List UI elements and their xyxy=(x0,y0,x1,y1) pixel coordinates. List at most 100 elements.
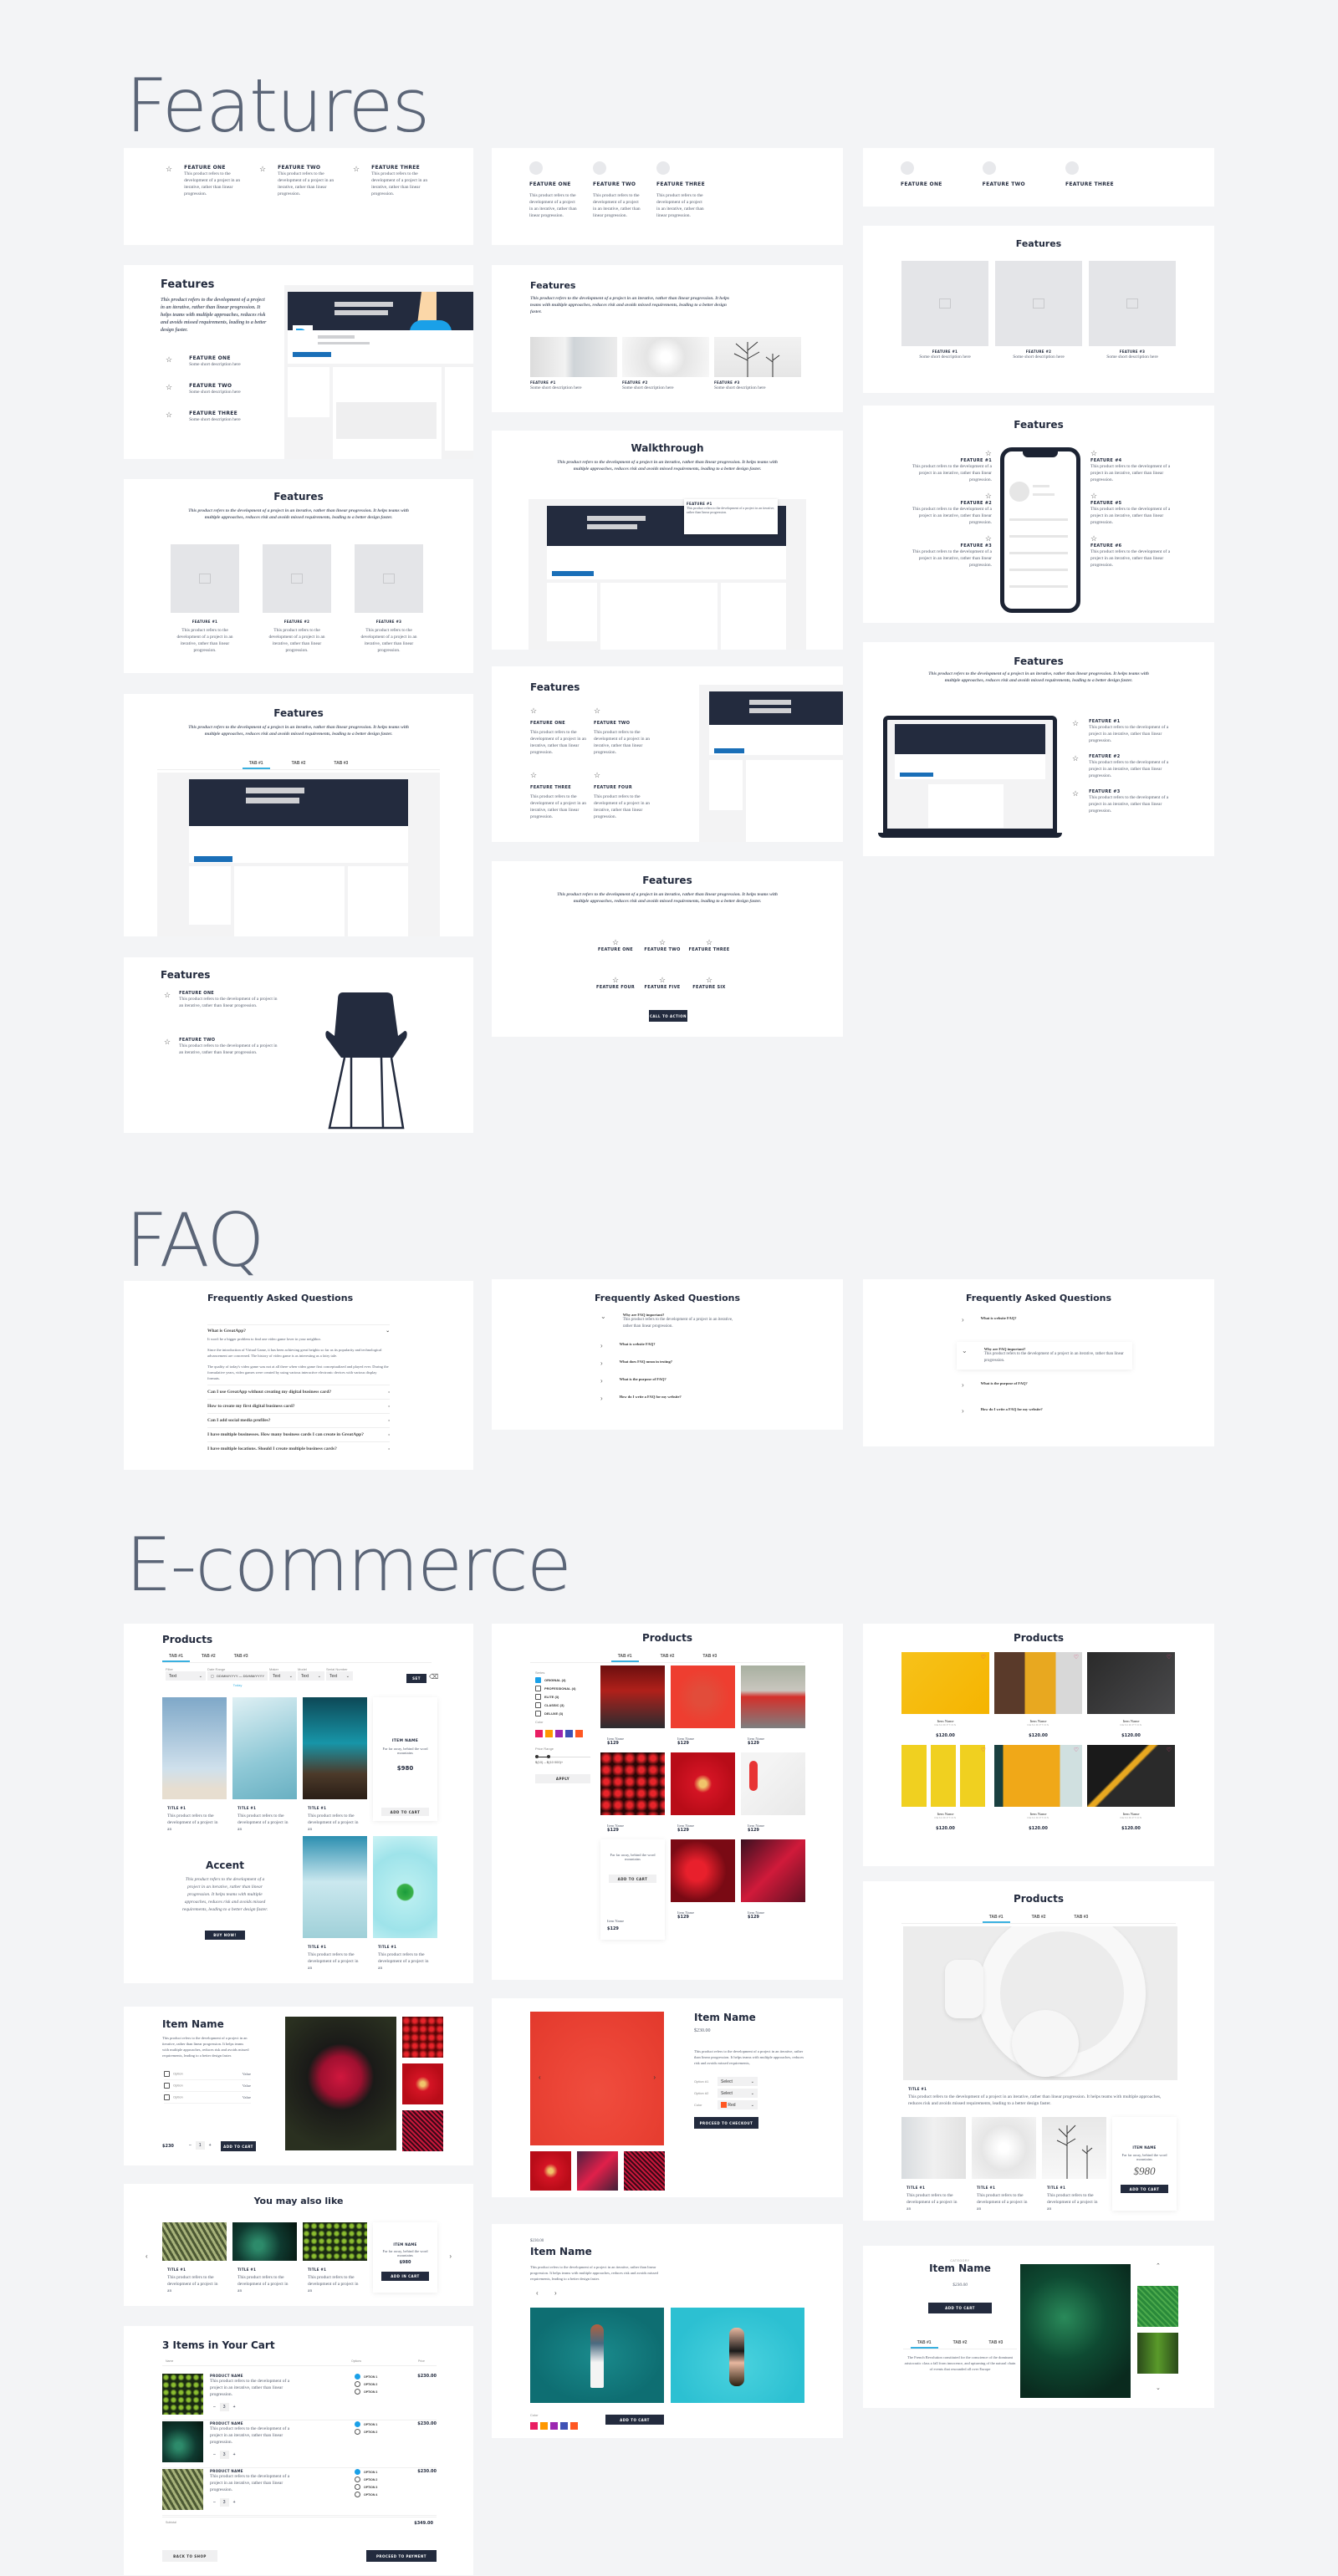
thumbnail-image[interactable] xyxy=(402,2063,443,2104)
model-select[interactable]: Text ⌄ xyxy=(298,1671,324,1681)
carousel-prev-icon[interactable]: ‹ xyxy=(146,2252,148,2260)
product-card[interactable]: TITLE #1 This product refers to the devel… xyxy=(303,2222,367,2294)
filter-select[interactable]: Text ⌄ xyxy=(166,1671,206,1681)
product-card[interactable]: Item Name $129 xyxy=(741,1839,805,1940)
option-radio[interactable]: OPTION 2 xyxy=(355,2429,410,2435)
minus-icon[interactable]: – xyxy=(213,2500,216,2505)
faq-item-open[interactable]: What is GreatApp? ⌄ xyxy=(207,1324,390,1336)
product-card[interactable]: Item Name $129 xyxy=(671,1665,735,1746)
add-to-cart-button[interactable]: ADD TO CART xyxy=(928,2303,992,2313)
tab-3[interactable]: TAB #3 xyxy=(696,1652,723,1662)
serial-select[interactable]: Text ⌄ xyxy=(326,1671,353,1681)
tab-1[interactable]: TAB #1 xyxy=(162,1652,190,1662)
radio-button[interactable] xyxy=(355,2421,360,2427)
quantity-stepper[interactable]: –3 + xyxy=(213,2451,351,2459)
minus-icon[interactable]: – xyxy=(213,2452,216,2457)
product-card[interactable]: TITLE #1 This product refers to the devel… xyxy=(901,2117,966,2212)
radio-button[interactable] xyxy=(355,2429,360,2435)
product-card[interactable]: ♡ Item Name DESCRIPTION $120.00 xyxy=(994,1652,1082,1738)
checkbox[interactable] xyxy=(535,1694,541,1700)
proceed-to-checkout-button[interactable]: PROCEED TO CHECKOUT xyxy=(694,2117,758,2129)
heart-icon[interactable]: ♡ xyxy=(1074,1654,1079,1660)
tab-1[interactable]: TAB #1 xyxy=(242,759,270,769)
slider-handle[interactable] xyxy=(547,1755,550,1758)
tab-1[interactable]: TAB #1 xyxy=(982,1913,1010,1923)
tab-3[interactable]: TAB #3 xyxy=(982,2339,1009,2349)
chevron-left-icon[interactable]: ‹ xyxy=(536,2289,539,2297)
color-swatch[interactable] xyxy=(545,1730,553,1737)
product-card[interactable]: Item Name $129 xyxy=(600,1752,665,1833)
series-option[interactable]: ELITE (3) xyxy=(535,1694,590,1700)
option-radio[interactable]: OPTION 2 xyxy=(355,2381,410,2387)
buy-now-button[interactable]: BUY NOW! xyxy=(205,1931,245,1940)
product-card[interactable]: TITLE #1 This product refers to the devel… xyxy=(303,1697,367,1833)
product-card[interactable]: Item Name $129 xyxy=(600,1665,665,1746)
thumbnail-image[interactable] xyxy=(1137,2333,1178,2374)
thumbnail-image[interactable] xyxy=(402,2110,443,2151)
quantity-stepper[interactable]: –3 + xyxy=(213,2403,351,2411)
slider-handle[interactable] xyxy=(535,1755,539,1758)
checkbox[interactable] xyxy=(535,1677,541,1683)
heart-icon[interactable]: ♡ xyxy=(1167,1747,1172,1753)
plus-icon[interactable]: + xyxy=(233,2500,236,2505)
product-card[interactable]: TITLE #1 This product refers to the devel… xyxy=(1042,2117,1106,2212)
radio-button[interactable] xyxy=(355,2484,360,2490)
checkbox[interactable] xyxy=(535,1702,541,1708)
faq-item[interactable]: How to create my first digital business … xyxy=(207,1399,390,1413)
quantity-stepper[interactable]: –1 + xyxy=(189,2141,211,2150)
color-swatch[interactable] xyxy=(530,2422,538,2430)
apply-button[interactable]: APPLY xyxy=(535,1774,590,1783)
serial-field[interactable]: Serial Number Text ⌄ xyxy=(326,1667,353,1687)
product-card[interactable]: Item Name $129 xyxy=(741,1752,805,1833)
product-card[interactable]: TITLE #1 This product refers to the devel… xyxy=(303,1836,367,1972)
carousel-next-icon[interactable]: › xyxy=(449,2252,452,2260)
date-range-input[interactable]: ▢ DD/MM/YYYY — DD/MM/YYYY xyxy=(207,1671,268,1681)
product-card[interactable]: ♡ Item Name DESCRIPTION $120.00 xyxy=(1087,1652,1175,1738)
faq-item-open[interactable]: ⌄ Why are FAQ important? This product refe… xyxy=(957,1342,1132,1370)
minus-icon[interactable]: – xyxy=(213,2405,216,2410)
plus-icon[interactable]: + xyxy=(233,2405,236,2410)
maker-field[interactable]: Maker Text ⌄ xyxy=(269,1667,296,1687)
product-card[interactable]: ♡ Item Name DESCRIPTION $120.00 xyxy=(994,1745,1082,1831)
tab-3[interactable]: TAB #3 xyxy=(227,1652,255,1662)
tab-2[interactable]: TAB #2 xyxy=(654,1652,682,1662)
series-option[interactable]: PROFESSIONAL (4) xyxy=(535,1686,590,1691)
color-swatch[interactable] xyxy=(575,1730,583,1737)
series-option[interactable]: DELUXE (3) xyxy=(535,1711,590,1716)
eraser-icon[interactable]: ⌫ xyxy=(429,1673,438,1681)
checkbox[interactable] xyxy=(164,2083,170,2089)
heart-icon[interactable]: ♡ xyxy=(1167,1654,1172,1660)
color-swatch[interactable] xyxy=(555,1730,563,1737)
faq-item[interactable]: › How do I write a FAQ for my website? xyxy=(600,1395,734,1402)
quantity-value[interactable]: 1 xyxy=(195,2141,205,2150)
product-card[interactable]: TITLE #1 This product refers to the devel… xyxy=(162,1697,227,1833)
chevron-right-icon[interactable]: › xyxy=(653,2074,656,2081)
tab-2[interactable]: TAB #2 xyxy=(285,759,313,769)
color-swatch[interactable] xyxy=(540,2422,548,2430)
option-radio[interactable]: OPTION 3 xyxy=(355,2389,410,2395)
heart-icon[interactable]: ♡ xyxy=(981,1747,986,1753)
faq-item[interactable]: › What is the purpose of FAQ? xyxy=(957,1381,1132,1389)
tab-3[interactable]: TAB #3 xyxy=(1067,1913,1095,1923)
quantity-value[interactable]: 3 xyxy=(219,2403,229,2411)
option-row[interactable]: Option Value xyxy=(164,2068,251,2080)
radio-button[interactable] xyxy=(355,2492,360,2497)
color-swatch[interactable] xyxy=(550,2422,558,2430)
checkbox[interactable] xyxy=(164,2071,170,2077)
set-button[interactable]: SET xyxy=(406,1674,426,1683)
product-card[interactable]: TITLE #1 This product refers to the devel… xyxy=(232,1697,297,1833)
radio-button[interactable] xyxy=(355,2381,360,2387)
heart-icon[interactable]: ♡ xyxy=(981,1654,986,1660)
radio-button[interactable] xyxy=(355,2469,360,2475)
faq-item[interactable]: › What does FAQ mean in testing? xyxy=(600,1359,734,1367)
thumbnail-image[interactable] xyxy=(624,2151,665,2191)
maker-select[interactable]: Text ⌄ xyxy=(269,1671,296,1681)
tab-2[interactable]: TAB #2 xyxy=(1025,1913,1053,1923)
minus-icon[interactable]: – xyxy=(189,2143,192,2148)
faq-item[interactable]: I have multiple businesses. How many bus… xyxy=(207,1427,390,1441)
thumbnail-image[interactable] xyxy=(402,2017,443,2058)
tab-2[interactable]: TAB #2 xyxy=(947,2339,974,2349)
plus-icon[interactable]: + xyxy=(209,2143,212,2148)
faq-item[interactable]: › What is the purpose of FAQ? xyxy=(600,1377,734,1385)
faq-item[interactable]: › How do I write a FAQ for my website? xyxy=(957,1407,1132,1415)
